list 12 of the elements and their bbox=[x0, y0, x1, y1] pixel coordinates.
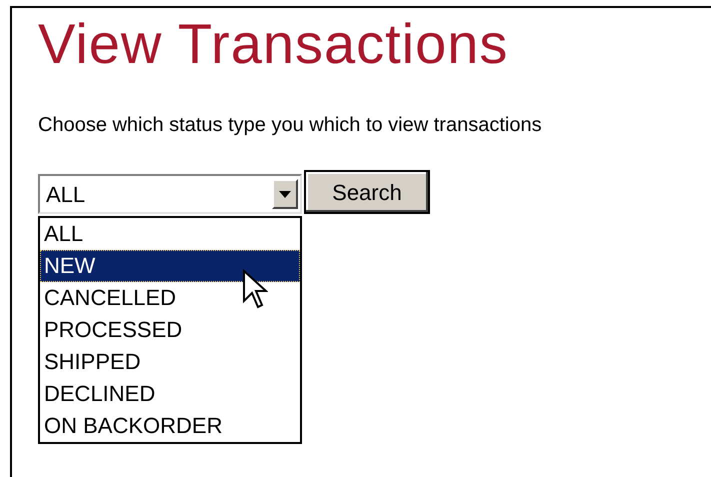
mouse-cursor-icon bbox=[242, 269, 268, 309]
page-title: View Transactions bbox=[38, 12, 508, 76]
dropdown-option[interactable]: ALL bbox=[40, 218, 300, 250]
dropdown-option[interactable]: ON BACKORDER bbox=[40, 410, 300, 442]
instructions-text: Choose which status type you which to view transactions bbox=[38, 113, 542, 138]
dropdown-option[interactable]: NEW bbox=[40, 250, 300, 282]
dropdown-option[interactable]: SHIPPED bbox=[40, 346, 300, 378]
search-button[interactable]: Search bbox=[304, 170, 430, 214]
dropdown-option[interactable]: PROCESSED bbox=[40, 314, 300, 346]
dropdown-option[interactable]: CANCELLED bbox=[40, 282, 300, 314]
status-dropdown[interactable]: ALL bbox=[38, 174, 302, 214]
dropdown-option[interactable]: DECLINED bbox=[40, 378, 300, 410]
